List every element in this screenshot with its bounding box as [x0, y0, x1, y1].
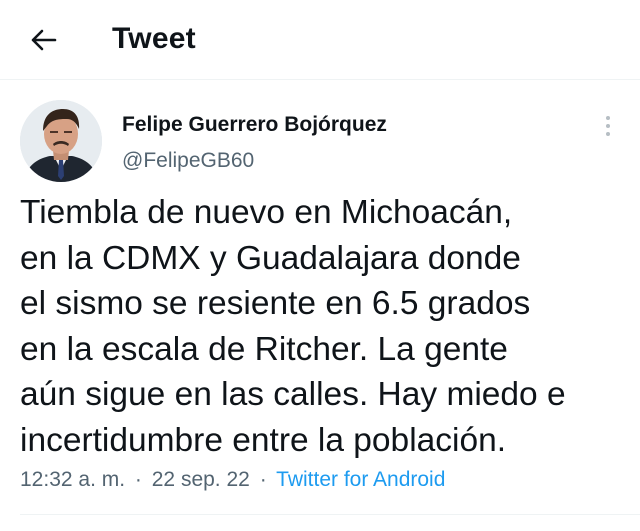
tweet-text-line: Tiembla de nuevo en Michoacán, — [20, 194, 513, 231]
profile-photo — [20, 100, 102, 182]
tweet-detail-screen: Tweet Felipe Guerrero Bojórquez @FelipeG… — [0, 0, 640, 531]
more-vertical-icon-dot-3 — [606, 132, 610, 136]
more-vertical-icon — [606, 116, 610, 120]
tweet-text-line: en la CDMX y Guadalajara donde — [20, 239, 521, 277]
tweet-text-line: aún sigue en las calles. Hay miedo e — [20, 376, 566, 413]
tweet-metadata: 12:32 a. m. · 22 sep. 22 · Twitter for A… — [20, 465, 445, 495]
tweet-source-link[interactable]: Twitter for Android — [276, 468, 445, 491]
author-handle[interactable]: @FelipeGB60 — [122, 147, 254, 175]
arrow-left-icon — [31, 29, 57, 51]
author-display-name[interactable]: Felipe Guerrero Bojórquez — [122, 111, 387, 139]
tweet-text-line: en la escala de Ritcher. La gente — [20, 330, 508, 368]
tweet-time[interactable]: 12:32 a. m. — [20, 468, 125, 491]
page-title: Tweet — [112, 22, 196, 55]
avatar[interactable] — [20, 100, 102, 182]
divider — [20, 514, 640, 515]
more-options-button[interactable] — [596, 112, 620, 140]
tweet-text: Tiembla de nuevo en Michoacán, en la CDM… — [20, 190, 620, 463]
meta-separator: · — [134, 468, 142, 491]
tweet-text-line: incertidumbre entre la población. — [20, 421, 507, 459]
top-bar: Tweet — [0, 0, 640, 80]
tweet-date[interactable]: 22 sep. 22 — [152, 468, 250, 491]
meta-separator: · — [259, 468, 267, 491]
more-vertical-icon-dot-2 — [606, 124, 610, 128]
tweet-text-line: el sismo se resiente en 6.5 grados — [20, 285, 531, 322]
back-button[interactable] — [26, 22, 62, 58]
